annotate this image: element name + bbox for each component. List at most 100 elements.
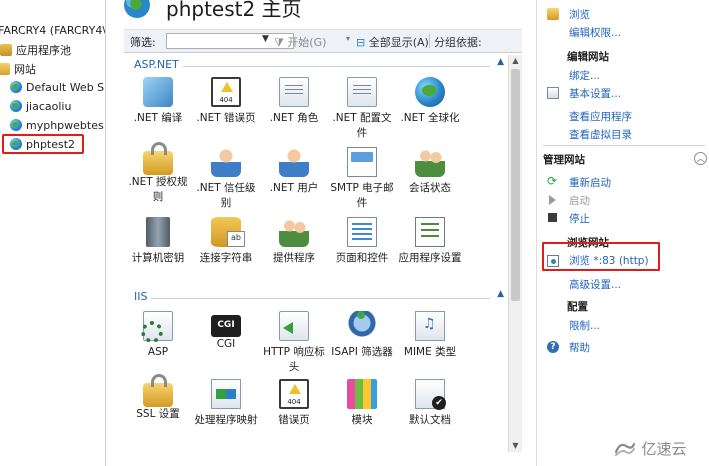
connections-tree: FARCRY4 (FARCRY4\ 应用程序池 网站 Default Web S… <box>0 0 106 466</box>
view-applications-link[interactable]: 查看应用程序 <box>569 109 632 124</box>
section-header-aspnet[interactable]: ASP.NET ▲ <box>132 57 504 74</box>
pages-controls-icon <box>347 217 377 247</box>
show-all-icon: ⊟ <box>356 36 366 49</box>
explore-link[interactable]: 浏览 <box>569 7 590 22</box>
feature-handler-mappings[interactable]: 处理程序映射 <box>192 379 260 428</box>
feature-label: ISAPI 筛选器 <box>331 346 393 358</box>
show-all-button[interactable]: ⊟ 全部显示(A) <box>356 34 429 50</box>
feature-net-roles[interactable]: .NET 角色 <box>260 77 328 126</box>
view-virtual-dirs-link[interactable]: 查看虚拟目录 <box>569 127 632 142</box>
watermark-text: 亿速云 <box>641 440 687 458</box>
tree-node-jiacaoliu[interactable]: jiacaoliu <box>10 98 71 116</box>
feature-pages-controls[interactable]: 页面和控件 <box>328 217 396 266</box>
net-users-icon <box>279 147 309 177</box>
stop-link[interactable]: 停止 <box>569 211 590 226</box>
funnel-icon: ⧩ <box>274 36 284 49</box>
feature-ssl-settings[interactable]: SSL 设置 <box>124 374 192 422</box>
filter-dropdown-icon[interactable]: ▼ <box>262 34 269 44</box>
feature-label: .NET 编译 <box>133 112 183 124</box>
feature-http-response-headers[interactable]: HTTP 响应标头 <box>260 311 328 375</box>
config-heading: 配置 <box>567 301 588 313</box>
show-all-label: 全部显示(A) <box>368 36 429 49</box>
session-state-icon <box>415 147 445 177</box>
isapi-filters-icon <box>347 311 377 341</box>
feature-label: .NET 信任级别 <box>196 182 256 209</box>
section-divider <box>134 66 490 67</box>
watermark: 亿速云 <box>614 438 687 460</box>
cgi-icon <box>211 315 241 337</box>
start-dropdown-icon[interactable]: ▾ <box>346 34 350 43</box>
feature-isapi-filters[interactable]: ISAPI 筛选器 <box>328 311 396 360</box>
tree-node-myphpwebtest[interactable]: myphpwebtes <box>10 117 104 135</box>
start-icon <box>549 195 556 205</box>
basic-settings-link[interactable]: 基本设置... <box>569 86 621 101</box>
help-link[interactable]: 帮助 <box>569 340 590 355</box>
feature-label: SSL 设置 <box>136 408 180 420</box>
page-title: phptest2 主页 <box>166 0 302 21</box>
default-document-icon <box>415 379 446 410</box>
tree-node-label: jiacaoliu <box>26 100 72 113</box>
feature-net-authorization[interactable]: .NET 授权规则 <box>124 142 192 205</box>
scrollbar-thumb[interactable] <box>511 69 520 301</box>
feature-label: .NET 授权规则 <box>128 176 188 203</box>
feature-label: ASP <box>147 346 169 358</box>
feature-label: .NET 全球化 <box>400 112 460 124</box>
feature-label: .NET 用户 <box>269 182 319 194</box>
feature-net-users[interactable]: .NET 用户 <box>260 147 328 196</box>
edit-permissions-link[interactable]: 编辑权限... <box>569 25 621 40</box>
feature-label: 连接字符串 <box>199 252 253 264</box>
group-by-button[interactable]: 分组依据: <box>434 34 482 50</box>
limits-link[interactable]: 限制... <box>569 318 600 333</box>
feature-label: .NET 配置文件 <box>332 112 392 139</box>
collapse-caret-icon[interactable]: ▲ <box>497 289 504 299</box>
feature-label: 默认文档 <box>409 414 451 426</box>
handler-mappings-icon <box>211 379 241 409</box>
feature-net-profile[interactable]: .NET 配置文件 <box>328 77 396 141</box>
feature-label: MIME 类型 <box>403 346 457 358</box>
feature-connection-strings[interactable]: 连接字符串 <box>192 217 260 266</box>
error-pages-icon <box>279 379 309 409</box>
feature-session-state[interactable]: 会话状态 <box>396 147 464 196</box>
advanced-settings-link[interactable]: 高级设置... <box>569 277 621 292</box>
restart-link[interactable]: 重新启动 <box>569 175 611 190</box>
explore-icon <box>547 8 559 20</box>
feature-default-document[interactable]: 默认文档 <box>396 379 464 428</box>
collapse-chevron-icon[interactable]: ︿ <box>694 152 707 165</box>
start-link[interactable]: 启动 <box>569 193 590 208</box>
mime-types-icon <box>415 311 445 341</box>
feature-net-compile[interactable]: .NET 编译 <box>124 77 192 126</box>
yisu-logo-icon <box>614 442 636 456</box>
feature-net-error-pages[interactable]: .NET 错误页 <box>192 77 260 126</box>
tree-node-sites[interactable]: 网站 <box>0 61 36 79</box>
feature-error-pages[interactable]: 错误页 <box>260 379 328 428</box>
feature-modules[interactable]: 模块 <box>328 379 396 428</box>
edit-site-heading: 编辑网站 <box>567 51 609 63</box>
features-scrollbar[interactable]: ▲ ▼ <box>508 55 522 452</box>
tree-node-server[interactable]: FARCRY4 (FARCRY4\ <box>0 22 105 40</box>
feature-net-globalization[interactable]: .NET 全球化 <box>396 77 464 126</box>
feature-providers[interactable]: 提供程序 <box>260 217 328 266</box>
collapse-caret-icon[interactable]: ▲ <box>497 57 504 67</box>
feature-asp[interactable]: ASP <box>124 311 192 360</box>
smtp-email-icon <box>347 147 377 177</box>
feature-label: HTTP 响应标头 <box>263 346 325 373</box>
tree-node-app-pools[interactable]: 应用程序池 <box>0 42 71 60</box>
feature-app-settings[interactable]: 应用程序设置 <box>396 217 464 266</box>
feature-mime-types[interactable]: MIME 类型 <box>396 311 464 360</box>
start-filter-button[interactable]: ⧩ 开始(G) <box>274 34 326 50</box>
feature-label: 页面和控件 <box>335 252 389 264</box>
feature-label: 错误页 <box>278 414 310 426</box>
toolbar-separator <box>429 34 430 48</box>
section-header-iis[interactable]: IIS ▲ <box>132 289 504 306</box>
feature-machine-key[interactable]: 计算机密钥 <box>124 217 192 266</box>
feature-cgi[interactable]: CGI <box>192 311 260 352</box>
net-compile-icon <box>143 77 173 107</box>
scroll-down-icon[interactable]: ▼ <box>509 440 522 452</box>
scroll-up-icon[interactable]: ▲ <box>509 55 522 67</box>
feature-smtp-email[interactable]: SMTP 电子邮件 <box>328 147 396 211</box>
feature-label: 提供程序 <box>273 252 315 264</box>
group-divider <box>543 145 705 146</box>
bindings-link[interactable]: 绑定... <box>569 68 600 83</box>
feature-net-trust-levels[interactable]: .NET 信任级别 <box>192 147 260 211</box>
tree-node-default-web-site[interactable]: Default Web S <box>10 79 104 97</box>
